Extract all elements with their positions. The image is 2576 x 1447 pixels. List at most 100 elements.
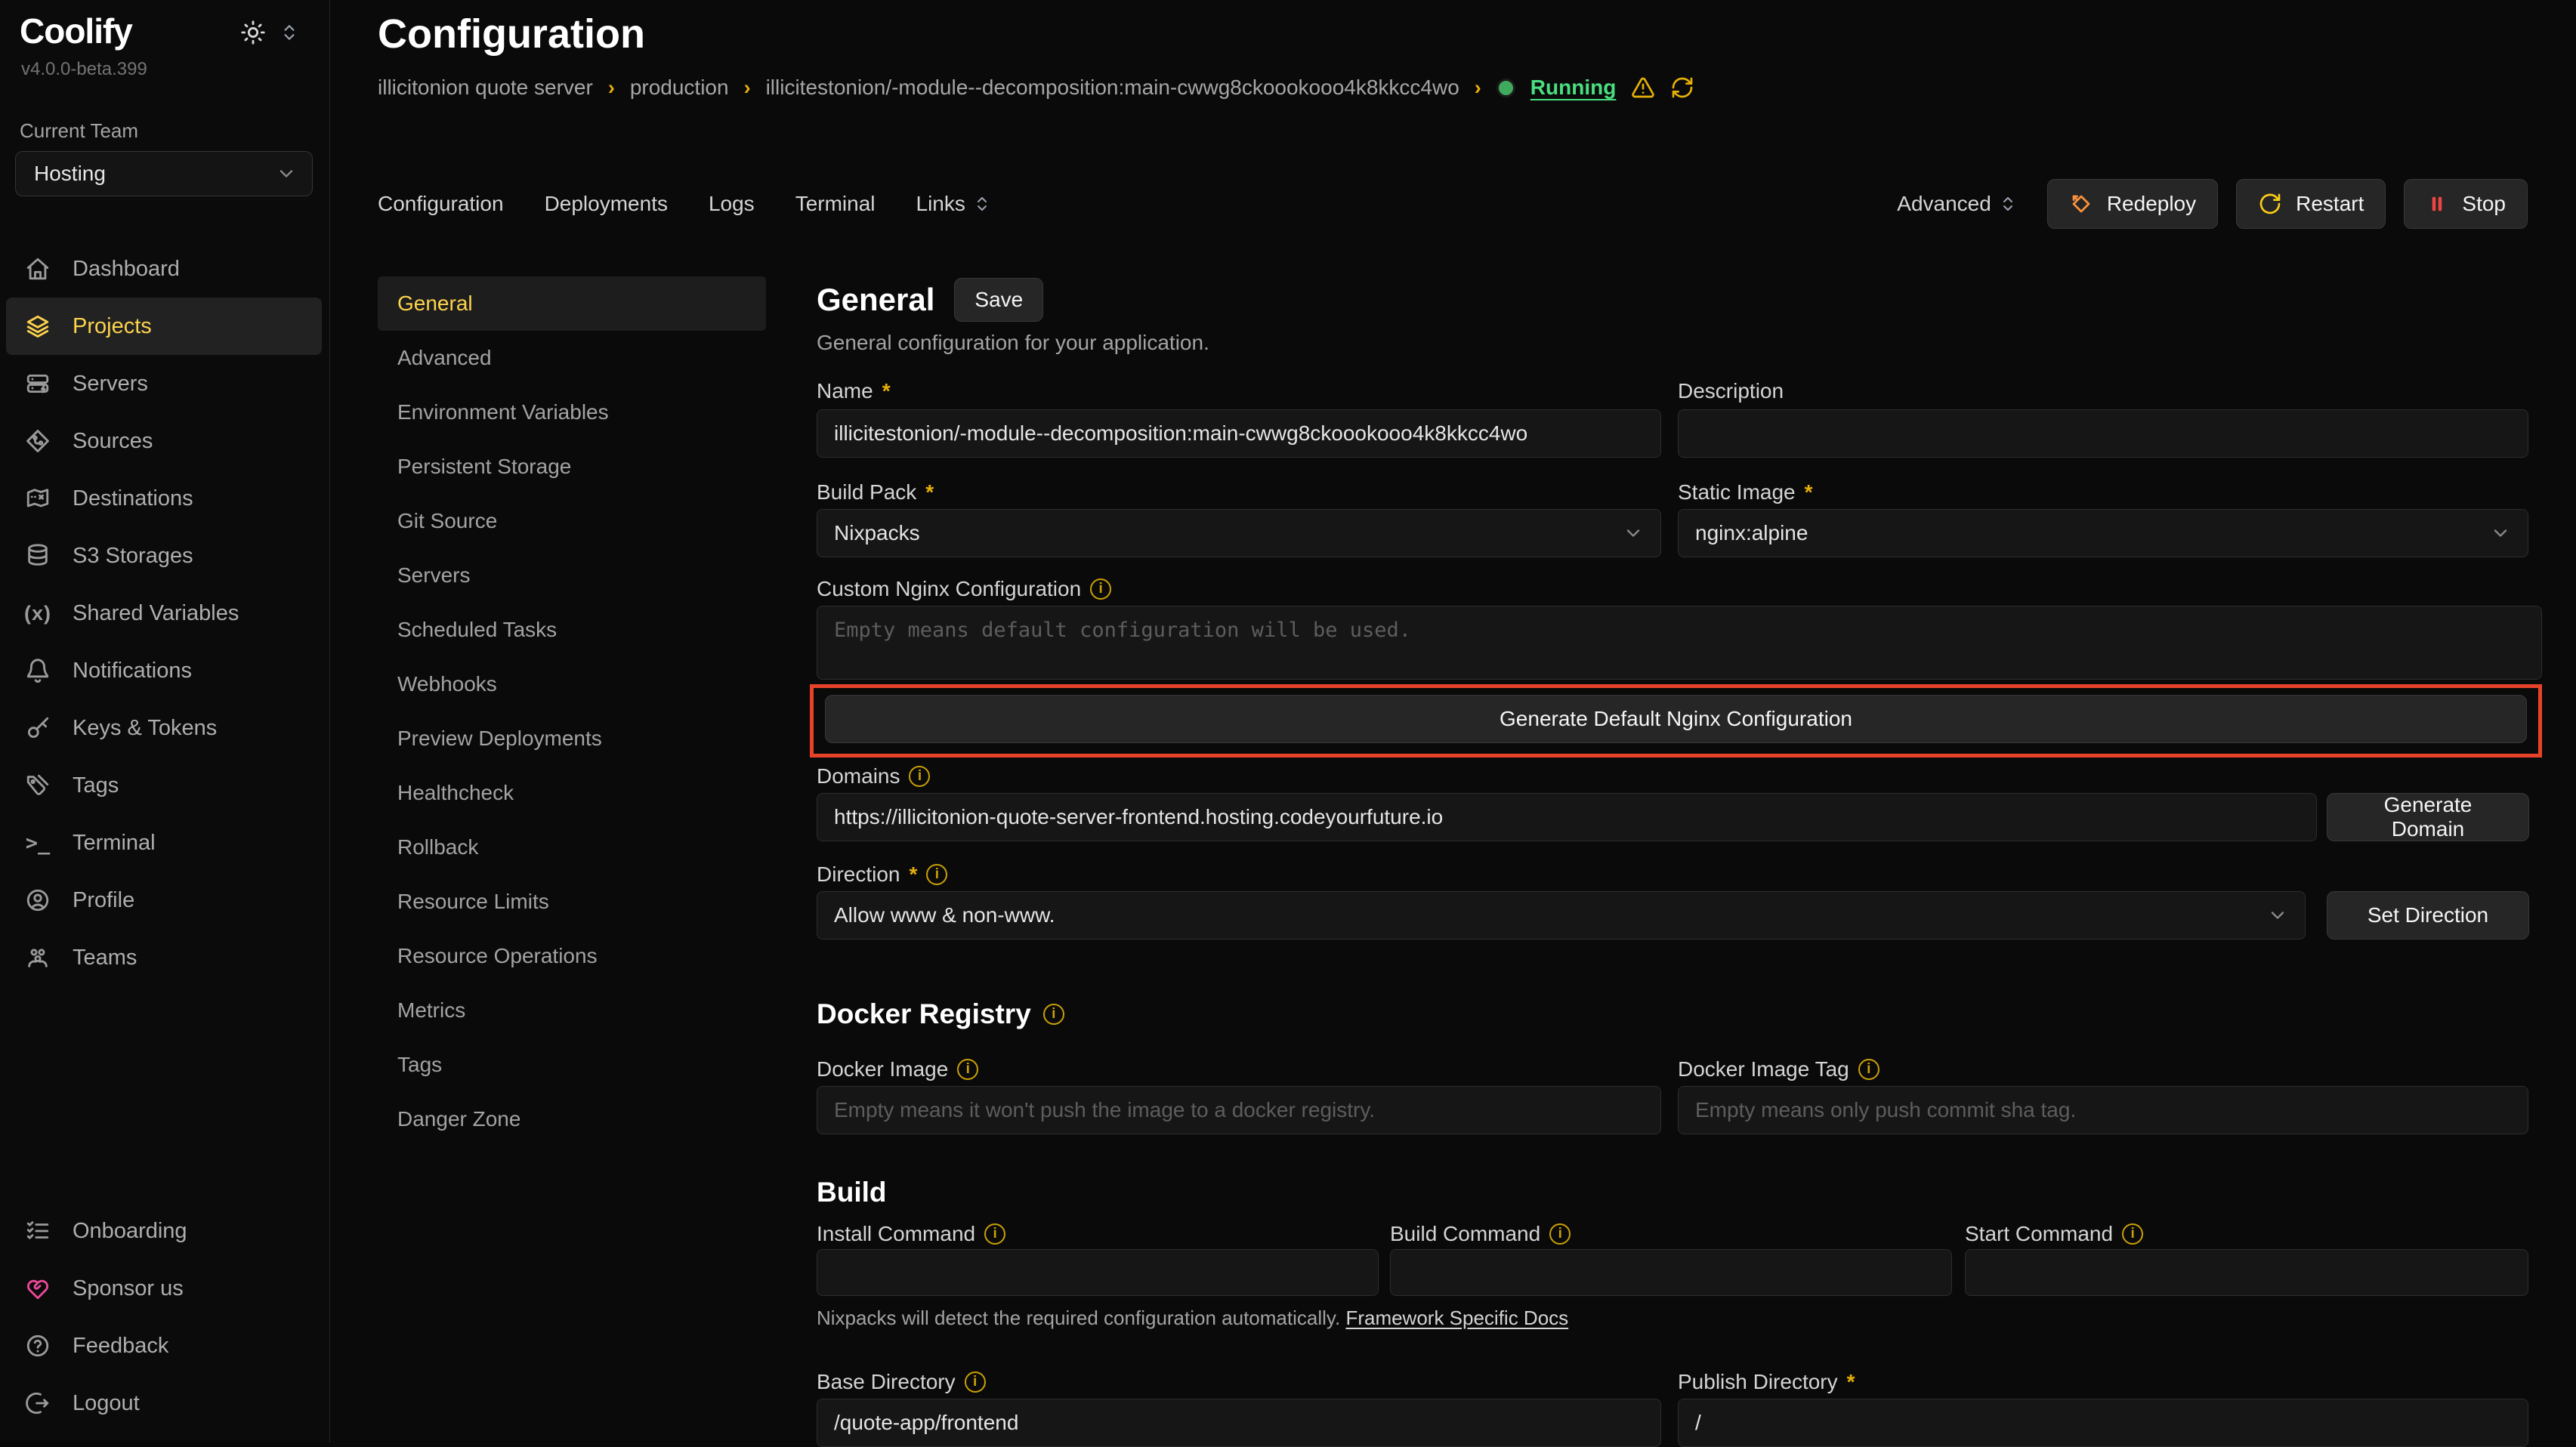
info-icon[interactable]: i [1858, 1059, 1879, 1080]
sidebar-item-servers[interactable]: Servers [6, 355, 322, 412]
database-icon [24, 542, 51, 569]
sidebar-item-teams[interactable]: Teams [6, 929, 322, 986]
publish-directory-input[interactable] [1678, 1399, 2528, 1447]
chevron-down-icon [2267, 905, 2288, 926]
direction-select[interactable]: Allow www & non-www. [817, 891, 2306, 939]
domains-label: Domainsi [817, 764, 930, 788]
sidebar-item-notifications[interactable]: Notifications [6, 642, 322, 699]
sidebar-item-sponsor-us[interactable]: Sponsor us [6, 1260, 322, 1317]
subnav-item-rollback[interactable]: Rollback [378, 820, 766, 875]
sidebar-item-profile[interactable]: Profile [6, 872, 322, 929]
generate-nginx-config-button[interactable]: Generate Default Nginx Configuration [825, 695, 2527, 743]
subnav-item-webhooks[interactable]: Webhooks [378, 657, 766, 711]
base-directory-input[interactable] [817, 1399, 1661, 1447]
sidebar-item-label: Notifications [73, 659, 192, 683]
sidebar-item-label: Sources [73, 429, 153, 454]
build-pack-select[interactable]: Nixpacks [817, 509, 1661, 557]
team-select[interactable]: Hosting [15, 151, 313, 196]
sidebar-item-label: S3 Storages [73, 544, 193, 569]
subnav-item-resource-limits[interactable]: Resource Limits [378, 875, 766, 929]
tab-logs[interactable]: Logs [709, 192, 755, 216]
required-asterisk: * [882, 379, 891, 403]
description-input[interactable] [1678, 409, 2528, 458]
domains-input[interactable] [817, 793, 2317, 841]
section-subtitle: General configuration for your applicati… [817, 331, 1209, 355]
save-button[interactable]: Save [954, 278, 1043, 322]
subnav-item-healthcheck[interactable]: Healthcheck [378, 766, 766, 820]
sidebar-footer-nav: Onboarding Sponsor us Feedback Logout [6, 1202, 322, 1432]
info-icon[interactable]: i [2122, 1223, 2143, 1245]
direction-label: Direction*i [817, 862, 947, 887]
sidebar-item-projects[interactable]: Projects [6, 298, 322, 355]
info-icon[interactable]: i [965, 1371, 986, 1393]
info-icon[interactable]: i [984, 1223, 1005, 1245]
sidebar-item-label: Profile [73, 888, 134, 913]
sidebar-item-label: Terminal [73, 831, 156, 856]
start-command-input[interactable] [1965, 1249, 2528, 1296]
sidebar-item-label: Tags [73, 773, 119, 798]
build-command-label: Build Commandi [1390, 1222, 1571, 1246]
section-heading-docker-registry: Docker Registryi [817, 998, 1064, 1030]
docker-image-input[interactable] [817, 1086, 1661, 1134]
tab-deployments[interactable]: Deployments [545, 192, 668, 216]
info-icon[interactable]: i [1043, 1004, 1064, 1025]
generate-domain-button[interactable]: Generate Domain [2327, 793, 2529, 841]
docker-image-tag-input[interactable] [1678, 1086, 2528, 1134]
section-heading-general: General [817, 282, 934, 318]
app-logo: Coolify [20, 11, 132, 51]
subnav-item-persistent-storage[interactable]: Persistent Storage [378, 440, 766, 494]
info-icon[interactable]: i [1090, 578, 1111, 600]
subnav-item-metrics[interactable]: Metrics [378, 983, 766, 1038]
name-input[interactable] [817, 409, 1661, 458]
sidebar-item-feedback[interactable]: Feedback [6, 1317, 322, 1374]
sidebar-item-label: Dashboard [73, 257, 180, 282]
breadcrumb-environment[interactable]: production [630, 76, 729, 100]
build-command-input[interactable] [1390, 1249, 1952, 1296]
subnav-item-preview-deployments[interactable]: Preview Deployments [378, 711, 766, 766]
sidebar-item-terminal[interactable]: >_ Terminal [6, 814, 322, 872]
sidebar: Coolify v4.0.0-beta.399 Current Team Hos… [0, 0, 330, 1442]
sidebar-item-tags[interactable]: Tags [6, 757, 322, 814]
info-icon[interactable]: i [909, 766, 930, 787]
sidebar-item-shared-variables[interactable]: (x) Shared Variables [6, 585, 322, 642]
framework-docs-link[interactable]: Framework Specific Docs [1345, 1307, 1568, 1329]
set-direction-button[interactable]: Set Direction [2327, 891, 2529, 939]
tab-configuration[interactable]: Configuration [378, 192, 504, 216]
info-icon[interactable]: i [957, 1059, 978, 1080]
sidebar-item-label: Onboarding [73, 1219, 187, 1244]
subnav-item-danger-zone[interactable]: Danger Zone [378, 1092, 766, 1146]
subnav-item-resource-operations[interactable]: Resource Operations [378, 929, 766, 983]
chevron-down-icon [1623, 523, 1644, 544]
info-icon[interactable]: i [926, 864, 947, 885]
sidebar-item-s3-storages[interactable]: S3 Storages [6, 527, 322, 585]
subnav-item-tags[interactable]: Tags [378, 1038, 766, 1092]
subnav-item-general[interactable]: General [378, 276, 766, 331]
layers-icon [24, 313, 51, 340]
heart-icon [24, 1275, 51, 1302]
nginx-config-textarea[interactable] [817, 606, 2542, 680]
required-asterisk: * [909, 862, 917, 887]
sidebar-item-label: Sponsor us [73, 1276, 184, 1301]
sidebar-item-destinations[interactable]: Destinations [6, 470, 322, 527]
sidebar-item-dashboard[interactable]: Dashboard [6, 240, 322, 298]
subnav-item-environment-variables[interactable]: Environment Variables [378, 385, 766, 440]
sidebar-item-logout[interactable]: Logout [6, 1374, 322, 1432]
chevron-down-icon [276, 163, 297, 184]
sidebar-item-onboarding[interactable]: Onboarding [6, 1202, 322, 1260]
chevrons-up-down-icon[interactable] [280, 23, 299, 42]
install-command-input[interactable] [817, 1249, 1379, 1296]
subnav-item-servers[interactable]: Servers [378, 548, 766, 603]
breadcrumb-project[interactable]: illicitonion quote server [378, 76, 593, 100]
sidebar-item-label: Projects [73, 314, 152, 339]
sidebar-item-sources[interactable]: Sources [6, 412, 322, 470]
general-settings-form: General Save General configuration for y… [817, 0, 2542, 1442]
info-icon[interactable]: i [1549, 1223, 1571, 1245]
sidebar-item-keys-tokens[interactable]: Keys & Tokens [6, 699, 322, 757]
team-select-value: Hosting [34, 162, 106, 186]
theme-toggle-sun-icon[interactable] [240, 20, 266, 45]
subnav-item-git-source[interactable]: Git Source [378, 494, 766, 548]
publish-directory-label: Publish Directory* [1678, 1370, 1855, 1394]
subnav-item-scheduled-tasks[interactable]: Scheduled Tasks [378, 603, 766, 657]
static-image-select[interactable]: nginx:alpine [1678, 509, 2528, 557]
subnav-item-advanced[interactable]: Advanced [378, 331, 766, 385]
